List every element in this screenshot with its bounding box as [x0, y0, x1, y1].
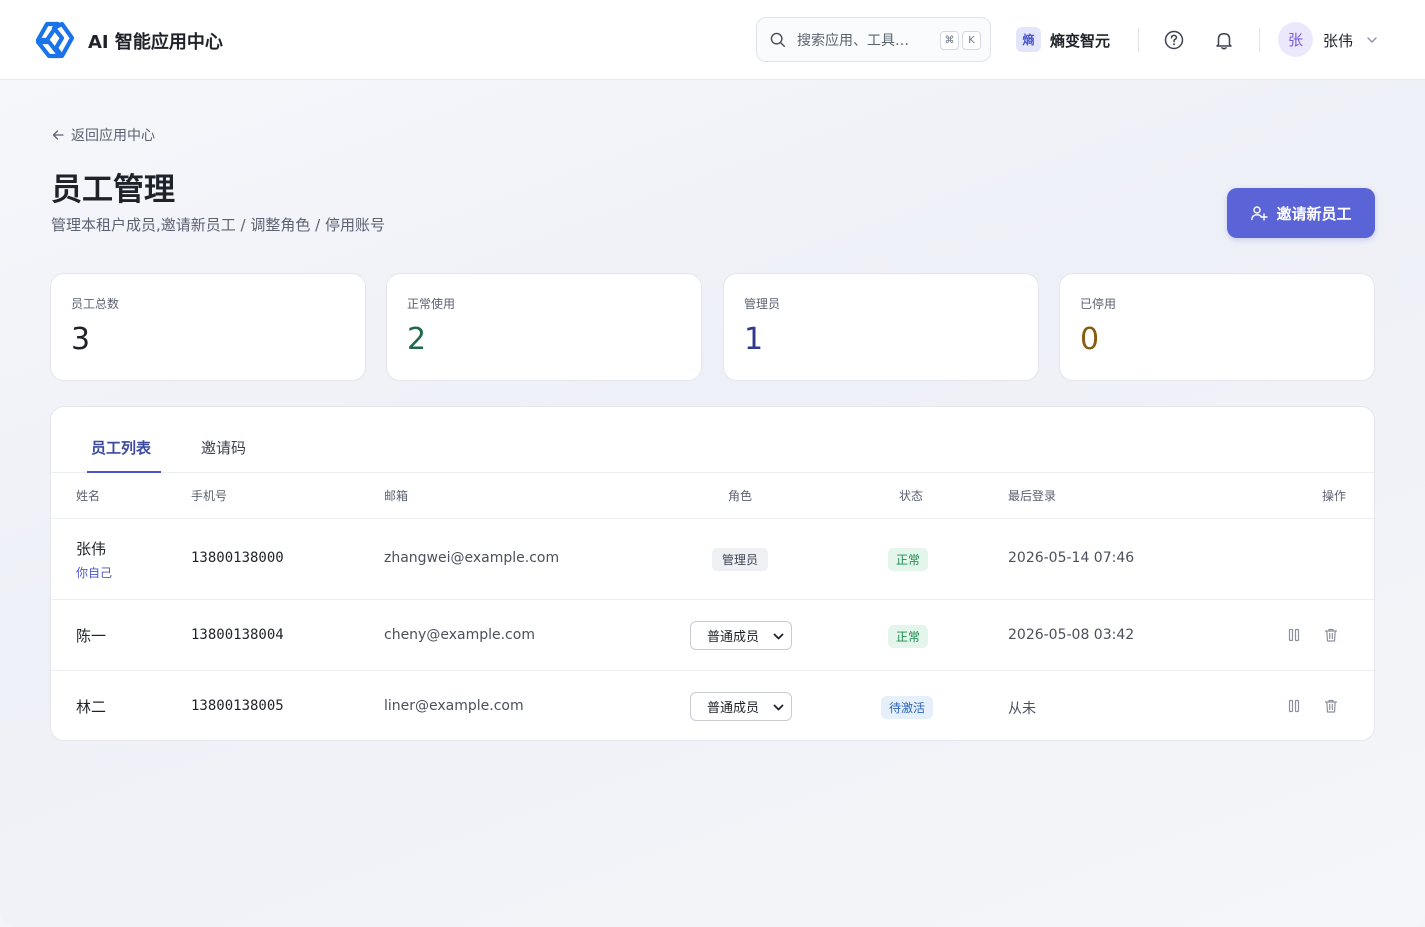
- back-link[interactable]: 返回应用中心: [51, 125, 155, 145]
- header-divider: [1259, 28, 1260, 52]
- table-row: 陈一 13800138004 cheny@example.com 普通成员 正常…: [51, 599, 1374, 670]
- chevron-down-icon: [773, 633, 784, 640]
- column-header-role: 角色: [728, 489, 753, 503]
- tab-bar: 员工列表 邀请码: [51, 407, 1374, 473]
- self-note: 你自己: [76, 566, 113, 580]
- role-select[interactable]: 普通成员: [690, 692, 792, 721]
- employee-name: 陈一: [76, 627, 107, 645]
- help-icon[interactable]: [1163, 29, 1185, 51]
- column-header-status: 状态: [899, 489, 924, 503]
- invite-employee-button[interactable]: 邀请新员工: [1227, 188, 1375, 238]
- active-tab-indicator: [87, 471, 161, 473]
- column-header-name: 姓名: [76, 489, 101, 503]
- back-link-label: 返回应用中心: [71, 128, 155, 144]
- bell-icon[interactable]: [1213, 29, 1235, 51]
- user-name[interactable]: 张伟: [1323, 30, 1353, 51]
- status-badge: 待激活: [881, 696, 934, 719]
- pause-icon[interactable]: [1286, 627, 1302, 643]
- page-subtitle: 管理本租户成员,邀请新员工 / 调整角色 / 停用账号: [51, 216, 385, 234]
- stat-value: 0: [1080, 322, 1100, 357]
- status-badge: 正常: [888, 625, 929, 648]
- header-divider: [1138, 28, 1139, 52]
- stat-card-admin: 管理员 1: [723, 273, 1039, 381]
- stat-card-total: 员工总数 3: [50, 273, 366, 381]
- employee-email: zhangwei@example.com: [384, 550, 560, 566]
- stat-value: 1: [744, 322, 764, 357]
- employee-name: 林二: [76, 698, 107, 716]
- stat-label: 正常使用: [407, 297, 456, 311]
- pause-icon[interactable]: [1286, 698, 1302, 714]
- role-cell: 管理员: [712, 548, 769, 571]
- trash-icon[interactable]: [1323, 698, 1339, 714]
- employee-name: 张伟: [76, 540, 107, 558]
- last-login: 2026-05-14 07:46: [1008, 550, 1135, 566]
- stat-card-disabled: 已停用 0: [1059, 273, 1375, 381]
- top-bar: AI 智能应用中心 搜索应用、工具… ⌘ K 熵 熵变智元 张 张伟: [0, 0, 1425, 80]
- stat-value: 2: [407, 322, 427, 357]
- column-header-actions: 操作: [1322, 489, 1347, 503]
- shortcut-meta-key: ⌘: [940, 31, 959, 50]
- last-login: 从未: [1008, 701, 1036, 717]
- trash-icon[interactable]: [1323, 627, 1339, 643]
- tenant-name[interactable]: 熵变智元: [1050, 30, 1110, 51]
- status-cell: 正常: [888, 625, 929, 648]
- status-badge: 正常: [888, 548, 929, 571]
- chevron-down-icon: [773, 704, 784, 711]
- stat-label: 管理员: [744, 297, 781, 311]
- search-input[interactable]: 搜索应用、工具… ⌘ K: [756, 17, 991, 62]
- employee-table-card: 员工列表 邀请码 姓名 手机号 邮箱 角色 状态 最后登录 操作 张伟 你自己 …: [50, 406, 1375, 741]
- user-avatar[interactable]: 张: [1278, 22, 1313, 57]
- table-row: 林二 13800138005 liner@example.com 普通成员 待激…: [51, 670, 1374, 740]
- role-select-value: 普通成员: [707, 701, 760, 716]
- app-window: AI 智能应用中心 搜索应用、工具… ⌘ K 熵 熵变智元 张 张伟 返回应用中…: [0, 0, 1425, 927]
- column-header-last-login: 最后登录: [1008, 489, 1057, 503]
- arrow-left-icon: [52, 130, 64, 140]
- status-cell: 待激活: [881, 696, 934, 719]
- employee-email: cheny@example.com: [384, 627, 535, 643]
- employee-phone: 13800138000: [191, 550, 284, 566]
- stat-value: 3: [71, 322, 91, 357]
- stat-card-active: 正常使用 2: [386, 273, 702, 381]
- stat-label: 已停用: [1080, 297, 1117, 311]
- role-select-value: 普通成员: [707, 630, 760, 645]
- table-row: 张伟 你自己 13800138000 zhangwei@example.com …: [51, 518, 1374, 599]
- last-login: 2026-05-08 03:42: [1008, 627, 1135, 643]
- tenant-badge[interactable]: 熵: [1016, 27, 1041, 52]
- column-header-phone: 手机号: [191, 489, 228, 503]
- status-cell: 正常: [888, 548, 929, 571]
- role-badge: 管理员: [712, 548, 769, 571]
- brand-logo-icon[interactable]: [34, 20, 76, 60]
- search-placeholder: 搜索应用、工具…: [797, 32, 909, 49]
- employee-phone: 13800138004: [191, 627, 284, 643]
- role-select[interactable]: 普通成员: [690, 621, 792, 650]
- tab-invite-codes[interactable]: 邀请码: [201, 437, 246, 458]
- invite-button-label: 邀请新员工: [1276, 205, 1352, 223]
- chevron-down-icon[interactable]: [1365, 33, 1379, 47]
- employee-email: liner@example.com: [384, 698, 524, 714]
- page-title: 员工管理: [51, 172, 175, 208]
- search-icon: [770, 32, 786, 47]
- employee-phone: 13800138005: [191, 698, 284, 714]
- user-plus-icon: [1251, 206, 1269, 221]
- stat-label: 员工总数: [71, 297, 120, 311]
- tab-employee-list[interactable]: 员工列表: [91, 437, 151, 458]
- brand-title[interactable]: AI 智能应用中心: [88, 28, 223, 54]
- shortcut-k-key: K: [962, 31, 981, 50]
- column-header-email: 邮箱: [384, 489, 409, 503]
